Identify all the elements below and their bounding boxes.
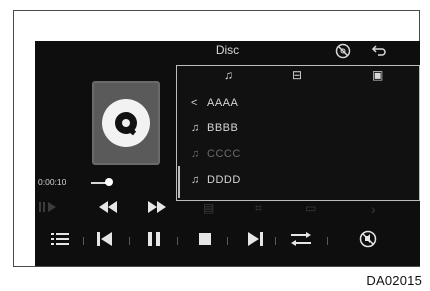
music-note-icon: ♫ [191, 148, 200, 160]
list-item[interactable]: ♫ CCCC [191, 148, 241, 160]
fast-forward-icon[interactable] [148, 200, 166, 216]
music-note-icon: ♫ [191, 122, 200, 134]
disc-icon [102, 99, 150, 147]
previous-track-icon[interactable] [97, 232, 113, 250]
scan-icon: ⌗ [255, 201, 262, 215]
no-disc-icon[interactable] [335, 43, 351, 64]
next-track-icon[interactable] [247, 232, 263, 250]
music-note-icon: ♫ [191, 174, 200, 186]
mute-icon[interactable] [359, 230, 377, 252]
list-scrollbar[interactable] [178, 166, 180, 198]
next-page-icon: › [371, 201, 376, 217]
browse-tabs: ♫ ⊟ ▣ [177, 66, 419, 86]
music-note-tab-icon[interactable]: ♫ [224, 68, 233, 82]
figure-code: DA02015 [366, 273, 422, 288]
back-chevron-icon: < [191, 97, 198, 109]
album-art [92, 81, 160, 165]
screen-title: Disc [215, 43, 240, 57]
folder-tab-icon[interactable]: ⊟ [292, 68, 302, 82]
back-arrow-icon[interactable] [371, 44, 387, 63]
shuffle-repeat-icon[interactable] [291, 232, 311, 250]
list-item-label: DDDD [207, 174, 241, 186]
rewind-icon[interactable] [99, 200, 117, 216]
pause-icon[interactable] [147, 232, 161, 250]
list-item[interactable]: ♫ BBBB [191, 122, 238, 134]
image-tab-icon[interactable]: ▣ [372, 68, 383, 82]
list-item[interactable]: < AAAA [191, 97, 238, 109]
list-item-label: BBBB [207, 122, 239, 134]
folder-icon: ▭ [305, 201, 317, 215]
browse-list-panel: ♫ ⊟ ▣ < AAAA ♫ BBBB ♫ CCCC ♫ DDDD [176, 65, 420, 201]
list-item[interactable]: ♫ DDDD [191, 174, 241, 186]
list-item-label: CCCC [207, 148, 241, 160]
disc-player-screen: Disc ♫ ⊟ ▣ < AAAA ♫ BBBB ♫ CCCC ♫ DDDD 0… [35, 41, 420, 266]
stop-icon[interactable] [199, 232, 211, 249]
list-icon[interactable] [51, 232, 69, 250]
radio-icon: ▤ [203, 201, 215, 215]
list-item-label: AAAA [207, 97, 239, 109]
elapsed-time: 0:00:10 [38, 177, 67, 187]
seek-knob[interactable] [105, 178, 113, 186]
play-dim-icon [39, 201, 57, 216]
